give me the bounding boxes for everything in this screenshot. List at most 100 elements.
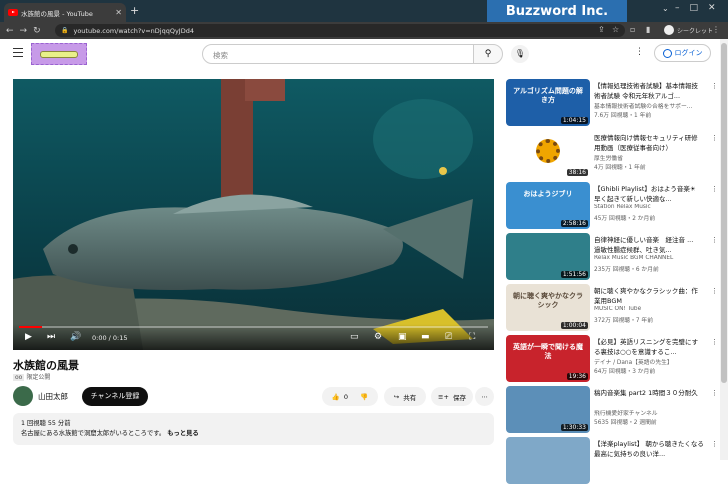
page-scrollbar[interactable] — [720, 39, 728, 460]
related-channel[interactable]: 基本情報技術者試験の合格をサポー... — [594, 101, 704, 110]
video-player[interactable]: ▶ ⏭ 🔊 0:00 / 0:15 ▭ ⚙ ▣ ▬ ⎚ ⛶ — [13, 79, 494, 350]
incognito-label: シークレット — [677, 27, 714, 35]
like-icon[interactable]: 👍 — [332, 393, 340, 401]
video-thumbnail[interactable] — [506, 437, 590, 484]
related-more-icon[interactable]: ⋮ — [711, 287, 718, 295]
theater-mode-icon[interactable]: ▬ — [421, 332, 430, 342]
channel-name[interactable]: 山田太郎 — [38, 391, 68, 402]
related-video-item[interactable]: 1:30:33 稿内音楽集 part2 1時間３０分耐久 飛行機愛好家チャンネル 56… — [505, 386, 720, 434]
related-channel[interactable]: 飛行機愛好家チャンネル — [594, 408, 704, 417]
subscribe-button[interactable]: チャンネル登録 — [82, 387, 148, 406]
share-button[interactable]: ↪ 共有 — [384, 387, 426, 406]
miniplayer-icon[interactable]: ▣ — [398, 332, 407, 342]
related-title[interactable]: 朝に聴く爽やかなクラシック曲：作業用BGM — [594, 286, 704, 306]
thumbnail-text: 英語が一瞬で聞ける魔法 — [513, 343, 583, 360]
save-button[interactable]: ≡+ 保存 — [431, 387, 473, 406]
more-actions-icon[interactable]: ⋯ — [475, 387, 494, 406]
forward-icon[interactable]: → — [20, 26, 28, 36]
related-video-item[interactable]: 【洋楽playlist】 朝から聴きたくなる最高に気持ちの良い洋... ⋮ — [505, 437, 720, 485]
related-more-icon[interactable]: ⋮ — [711, 440, 718, 448]
related-video-item[interactable]: 英語が一瞬で聞ける魔法 19:36 【必見】英語リスニングを完璧にする裏技は○○を意… — [505, 335, 720, 383]
maximize-icon[interactable]: □ — [690, 3, 699, 13]
extensions-icon[interactable]: ▫ — [630, 25, 635, 34]
incognito-indicator[interactable]: シークレット — [664, 25, 713, 35]
related-more-icon[interactable]: ⋮ — [711, 338, 718, 346]
related-meta: 7.6万 回視聴・1 年前 — [594, 113, 652, 119]
related-title[interactable]: 自律神経に優しい音楽 経注音 ... 過敏性腸症候群、吐き気... — [594, 235, 704, 255]
related-channel[interactable]: デイナ / Dana【英語の先生】 — [594, 357, 704, 366]
browser-tab[interactable]: 水族館の風景 - YouTube ✕ — [4, 3, 126, 22]
next-icon[interactable]: ⏭ — [47, 332, 55, 342]
dislike-icon[interactable]: 👎 — [360, 393, 368, 401]
description-text: 名古屋にある水族館で洞窟太郎がいるところです。 — [21, 430, 166, 437]
youtube-header: 検索 ⚲ 🎙 ⋮ ログイン — [0, 39, 720, 69]
related-channel[interactable]: 厚生労働省 — [594, 153, 704, 162]
save-label: 保存 — [452, 393, 466, 402]
related-video-item[interactable]: 朝に聴く爽やかなクラシック 1:00:04 朝に聴く爽やかなクラシック曲：作業用BG… — [505, 284, 720, 332]
search-input[interactable]: 検索 — [202, 44, 474, 64]
settings-menu-icon[interactable]: ⋮ — [635, 47, 644, 57]
thumbnail-text: 朝に聴く爽やかなクラシック — [513, 292, 583, 309]
tab-search-icon[interactable]: ⌄ — [662, 4, 669, 13]
address-bar-row: ← → ↻ 🔒 youtube.com/watch?v=nDjqqQyJDd4 … — [0, 22, 728, 39]
microphone-icon[interactable]: 🎙 — [511, 45, 529, 63]
video-thumbnail[interactable]: 1:51:56 — [506, 233, 590, 280]
show-more-link[interactable]: もっと見る — [167, 430, 198, 437]
volume-icon[interactable]: 🔊 — [70, 332, 81, 342]
captions-icon[interactable]: ▭ — [350, 332, 359, 342]
related-more-icon[interactable]: ⋮ — [711, 236, 718, 244]
lock-icon[interactable]: 🔒 — [61, 27, 68, 34]
scrollbar-thumb[interactable] — [721, 43, 727, 383]
tab-title: 水族館の風景 - YouTube — [21, 9, 93, 18]
sidepanel-icon[interactable]: ▮ — [646, 25, 650, 34]
related-more-icon[interactable]: ⋮ — [711, 185, 718, 193]
related-more-icon[interactable]: ⋮ — [711, 134, 718, 142]
related-video-item[interactable]: 38:16 医療情報向け情報セキュリティ研修用動画（医療従事者向け） 厚生労働省 4万… — [505, 131, 720, 179]
bookmark-star-icon[interactable]: ☆ — [612, 25, 619, 34]
related-video-item[interactable]: 1:51:56 自律神経に優しい音楽 経注音 ... 過敏性腸症候群、吐き気...… — [505, 233, 720, 281]
url-field[interactable]: 🔒 youtube.com/watch?v=nDjqqQyJDd4 — [55, 24, 625, 37]
share-icon: ↪ — [393, 392, 400, 401]
related-channel[interactable]: MUSIC ON! Tube — [594, 306, 704, 312]
video-thumbnail[interactable]: アルゴリズム問題の解き方 1:04:15 — [506, 79, 590, 126]
related-more-icon[interactable]: ⋮ — [711, 389, 718, 397]
related-title[interactable]: 【Ghibli Playlist】おはよう音楽☀ 早く起きて新しい快適な... — [594, 184, 704, 204]
video-thumbnail[interactable]: 1:30:33 — [506, 386, 590, 433]
share-page-icon[interactable]: ⇪ — [598, 25, 605, 34]
search-icon[interactable]: ⚲ — [473, 44, 503, 64]
related-title[interactable]: 【必見】英語リスニングを完璧にする裏技は○○を意識するこ... — [594, 337, 704, 357]
related-title[interactable]: 稿内音楽集 part2 1時間３０分耐久 — [594, 388, 704, 408]
video-thumbnail[interactable]: おはようジブリ 2:58:16 — [506, 182, 590, 229]
play-icon[interactable]: ▶ — [25, 332, 32, 342]
video-thumbnail[interactable]: 朝に聴く爽やかなクラシック 1:00:04 — [506, 284, 590, 331]
close-window-icon[interactable]: ✕ — [708, 3, 716, 13]
video-thumbnail[interactable]: 38:16 — [506, 131, 590, 178]
related-channel[interactable]: Station Relax Music — [594, 204, 704, 210]
related-title[interactable]: 【洋楽playlist】 朝から聴きたくなる最高に気持ちの良い洋... — [594, 439, 704, 459]
hamburger-menu-icon[interactable] — [13, 48, 23, 59]
related-title[interactable]: 【情報処理技術者試験】基本情報技術者試験 令和元年秋アルゴ... — [594, 81, 704, 101]
related-meta: 235万 回視聴・6 か月前 — [594, 267, 659, 273]
related-more-icon[interactable]: ⋮ — [711, 82, 718, 90]
channel-avatar[interactable] — [13, 386, 33, 406]
minimize-icon[interactable]: – — [675, 3, 680, 13]
related-video-item[interactable]: アルゴリズム問題の解き方 1:04:15 【情報処理技術者試験】基本情報技術者試験 … — [505, 79, 720, 127]
back-icon[interactable]: ← — [6, 26, 14, 36]
reload-icon[interactable]: ↻ — [33, 26, 41, 36]
related-title[interactable]: 医療情報向け情報セキュリティ研修用動画（医療従事者向け） — [594, 133, 704, 153]
related-video-item[interactable]: おはようジブリ 2:58:16 【Ghibli Playlist】おはよう音楽☀ 早… — [505, 182, 720, 230]
video-thumbnail[interactable]: 英語が一瞬で聞ける魔法 19:36 — [506, 335, 590, 382]
related-meta: 5635 回視聴・2 週間前 — [594, 420, 657, 426]
new-tab-button[interactable]: + — [130, 4, 139, 17]
youtube-logo[interactable] — [31, 43, 87, 65]
cast-icon[interactable]: ⎚ — [445, 332, 452, 342]
chrome-menu-icon[interactable]: ⋮ — [712, 25, 720, 34]
fullscreen-icon[interactable]: ⛶ — [469, 332, 475, 342]
related-channel[interactable]: Relax Music BGM CHANNEL — [594, 255, 704, 261]
login-button[interactable]: ログイン — [654, 44, 711, 62]
like-count[interactable]: 0 — [344, 393, 348, 401]
progress-bar[interactable] — [19, 326, 488, 328]
description-box[interactable]: 1 回視聴 55 分前 名古屋にある水族館で洞窟太郎がいるところです。 もっと見… — [13, 413, 494, 445]
close-tab-icon[interactable]: ✕ — [115, 8, 122, 17]
settings-icon[interactable]: ⚙ — [374, 332, 382, 342]
